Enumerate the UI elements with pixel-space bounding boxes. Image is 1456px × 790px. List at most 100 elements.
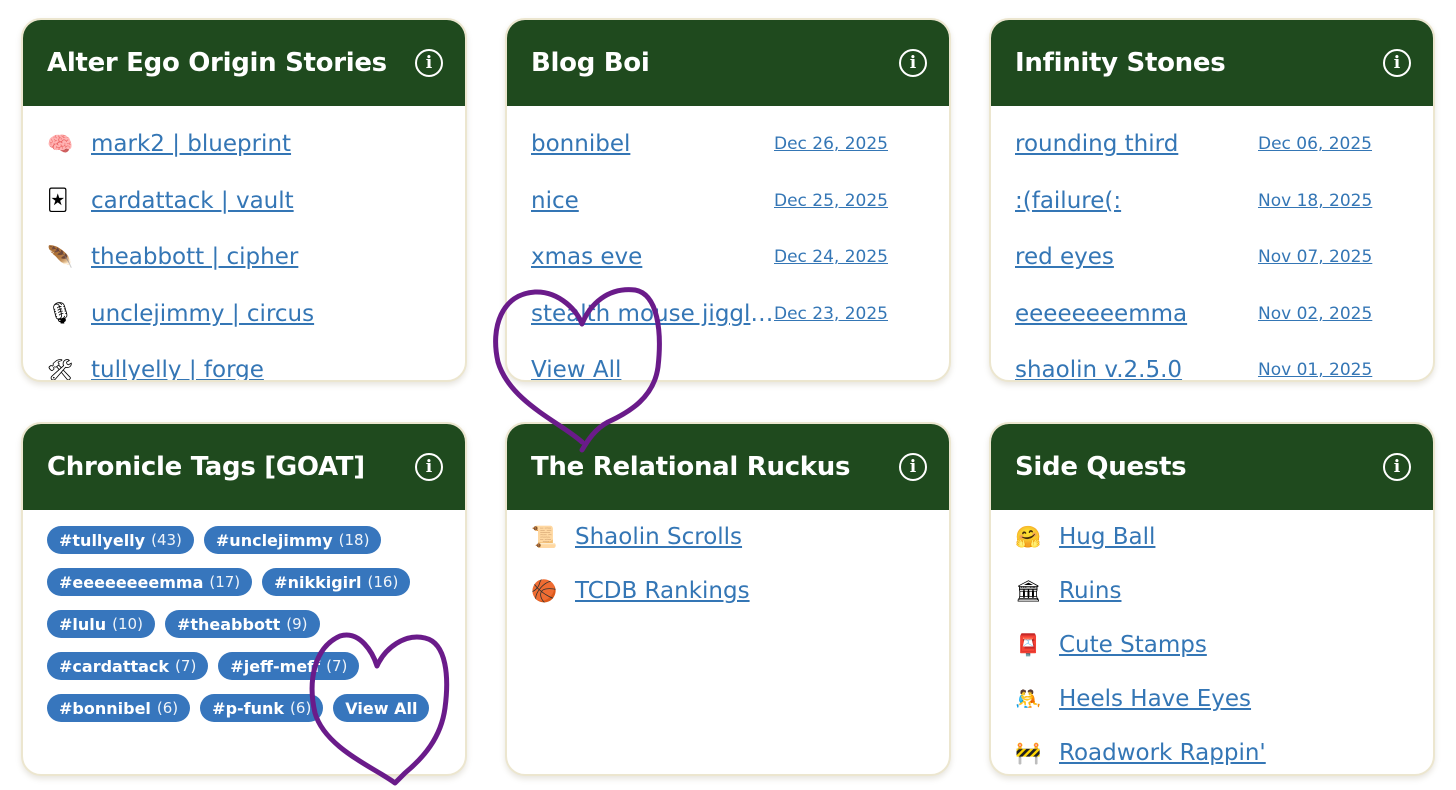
- info-icon[interactable]: i: [1383, 453, 1411, 481]
- info-icon[interactable]: i: [899, 49, 927, 77]
- release-link[interactable]: rounding third: [1015, 131, 1258, 157]
- tag-pill[interactable]: #unclejimmy (18): [203, 526, 382, 554]
- release-date[interactable]: Nov 18, 2025: [1258, 191, 1372, 211]
- microphone-icon: 🎙: [47, 301, 74, 326]
- release-link[interactable]: :(failure(:: [1015, 188, 1258, 214]
- card-header: Blog Boi i: [507, 20, 949, 106]
- wrestlers-icon: 🤼: [1015, 686, 1042, 711]
- blog-post-date[interactable]: Dec 26, 2025: [774, 134, 888, 154]
- blog-post-link[interactable]: xmas eve: [531, 244, 774, 270]
- side-quest-link[interactable]: Ruins: [1059, 578, 1121, 604]
- tag-pill[interactable]: #p-funk (6): [200, 694, 324, 722]
- alter-ego-link[interactable]: tullyelly | forge: [91, 357, 264, 380]
- tag-name: #tullyelly: [59, 530, 146, 550]
- relational-ruckus-card: The Relational Ruckus i 📜 Shaolin Scroll…: [505, 422, 951, 776]
- info-icon[interactable]: i: [415, 49, 443, 77]
- tag-name: #bonnibel: [59, 698, 151, 718]
- relational-link[interactable]: Shaolin Scrolls: [575, 524, 742, 550]
- release-link[interactable]: shaolin v.2.5.0: [1015, 357, 1258, 380]
- tag-pill[interactable]: #theabbott (9): [164, 610, 320, 638]
- list-item[interactable]: 📜 Shaolin Scrolls: [531, 510, 925, 564]
- list-item[interactable]: 📮 Cute Stamps: [1015, 618, 1409, 672]
- list-item: View All: [531, 342, 925, 380]
- tag-pill[interactable]: #nikkigirl (16): [262, 568, 411, 596]
- view-all-link[interactable]: View All: [531, 357, 774, 380]
- release-date[interactable]: Nov 02, 2025: [1258, 304, 1372, 324]
- release-date[interactable]: Nov 07, 2025: [1258, 247, 1372, 267]
- card-header: The Relational Ruckus i: [507, 424, 949, 510]
- tag-count: (18): [338, 531, 370, 549]
- info-icon[interactable]: i: [899, 453, 927, 481]
- info-icon[interactable]: i: [415, 453, 443, 481]
- release-link[interactable]: eeeeeeeemma: [1015, 301, 1258, 327]
- release-date[interactable]: Nov 01, 2025: [1258, 360, 1372, 380]
- tag-count: (7): [175, 657, 197, 675]
- tag-name: #cardattack: [59, 656, 170, 676]
- tag-name: #nikkigirl: [274, 572, 362, 592]
- blog-post-date[interactable]: Dec 25, 2025: [774, 191, 888, 211]
- list-item[interactable]: 🏀 TCDB Rankings: [531, 564, 925, 618]
- list-item[interactable]: 🎙 unclejimmy | circus: [47, 286, 441, 343]
- card-title: Side Quests: [1015, 452, 1187, 482]
- alter-ego-link[interactable]: theabbott | cipher: [91, 244, 298, 270]
- list-item[interactable]: 🪶 theabbott | cipher: [47, 229, 441, 286]
- list-item: xmas eve Dec 24, 2025: [531, 229, 925, 286]
- card-header: Alter Ego Origin Stories i: [23, 20, 465, 106]
- tag-pill[interactable]: #lulu (10): [47, 610, 155, 638]
- tag-pill[interactable]: #bonnibel (6): [47, 694, 191, 722]
- list-item[interactable]: 🤼 Heels Have Eyes: [1015, 672, 1409, 726]
- alter-ego-card: Alter Ego Origin Stories i 🧠 mark2 | blu…: [21, 18, 467, 382]
- tag-name: #lulu: [59, 614, 107, 634]
- blog-post-link[interactable]: stealth mouse jiggler: [531, 301, 774, 327]
- card-header: Side Quests i: [991, 424, 1433, 510]
- postbox-icon: 📮: [1015, 632, 1042, 657]
- view-all-tags-button[interactable]: View All: [333, 694, 430, 722]
- infinity-stones-card: Infinity Stones i rounding third Dec 06,…: [989, 18, 1435, 382]
- info-icon[interactable]: i: [1383, 49, 1411, 77]
- relational-link[interactable]: TCDB Rankings: [575, 578, 750, 604]
- tag-pill[interactable]: #eeeeeeeemma (17): [47, 568, 253, 596]
- list-item: eeeeeeeemma Nov 02, 2025: [1015, 286, 1409, 343]
- list-item[interactable]: 🤗 Hug Ball: [1015, 510, 1409, 564]
- basketball-icon: 🏀: [531, 578, 558, 603]
- card-title: Infinity Stones: [1015, 48, 1226, 78]
- side-quests-card: Side Quests i 🤗 Hug Ball 🏛 Ruins 📮 Cute …: [989, 422, 1435, 776]
- list-item: bonnibel Dec 26, 2025: [531, 116, 925, 173]
- tag-pill[interactable]: #cardattack (7): [47, 652, 209, 680]
- side-quest-link[interactable]: Cute Stamps: [1059, 632, 1207, 658]
- list-item[interactable]: 🏛 Ruins: [1015, 564, 1409, 618]
- tag-pill[interactable]: #jeff-meff (7): [218, 652, 360, 680]
- alter-ego-link[interactable]: unclejimmy | circus: [91, 301, 314, 327]
- list-item[interactable]: 🛠 tullyelly | forge: [47, 342, 441, 382]
- blog-post-link[interactable]: nice: [531, 188, 774, 214]
- list-item[interactable]: 🧠 mark2 | blueprint: [47, 116, 441, 173]
- alter-ego-link[interactable]: cardattack | vault: [91, 188, 294, 214]
- alter-ego-link[interactable]: mark2 | blueprint: [91, 131, 291, 157]
- tag-count: (16): [367, 573, 399, 591]
- tag-count: (43): [151, 531, 182, 549]
- tag-pill[interactable]: #tullyelly (43): [47, 526, 194, 554]
- scroll-icon: 📜: [531, 524, 558, 549]
- list-item[interactable]: 🃏 cardattack | vault: [47, 173, 441, 230]
- blog-post-date[interactable]: Dec 24, 2025: [774, 247, 888, 267]
- brain-icon: 🧠: [47, 131, 74, 156]
- tools-icon: 🛠: [47, 357, 74, 382]
- side-quest-link[interactable]: Hug Ball: [1059, 524, 1155, 550]
- feather-icon: 🪶: [47, 244, 74, 269]
- release-link[interactable]: red eyes: [1015, 244, 1258, 270]
- list-item[interactable]: 🚧 Roadwork Rappin': [1015, 726, 1409, 774]
- side-quest-link[interactable]: Roadwork Rappin': [1059, 740, 1266, 766]
- tag-count: (7): [326, 657, 348, 675]
- tag-name: #jeff-meff: [230, 656, 321, 676]
- side-quest-link[interactable]: Heels Have Eyes: [1059, 686, 1251, 712]
- blog-card: Blog Boi i bonnibel Dec 26, 2025 nice De…: [505, 18, 951, 382]
- list-item: :(failure(: Nov 18, 2025: [1015, 173, 1409, 230]
- chronicle-tags-card: Chronicle Tags [GOAT] i #tullyelly (43) #…: [21, 422, 467, 776]
- blog-post-link[interactable]: bonnibel: [531, 131, 774, 157]
- release-date[interactable]: Dec 06, 2025: [1258, 134, 1372, 154]
- tag-name: #eeeeeeeemma: [59, 572, 204, 592]
- blog-post-date[interactable]: Dec 23, 2025: [774, 304, 888, 324]
- card-header: Infinity Stones i: [991, 20, 1433, 106]
- tag-count: (6): [290, 699, 312, 717]
- tag-cloud: #tullyelly (43) #unclejimmy (18) #eeeeeeee…: [23, 510, 463, 722]
